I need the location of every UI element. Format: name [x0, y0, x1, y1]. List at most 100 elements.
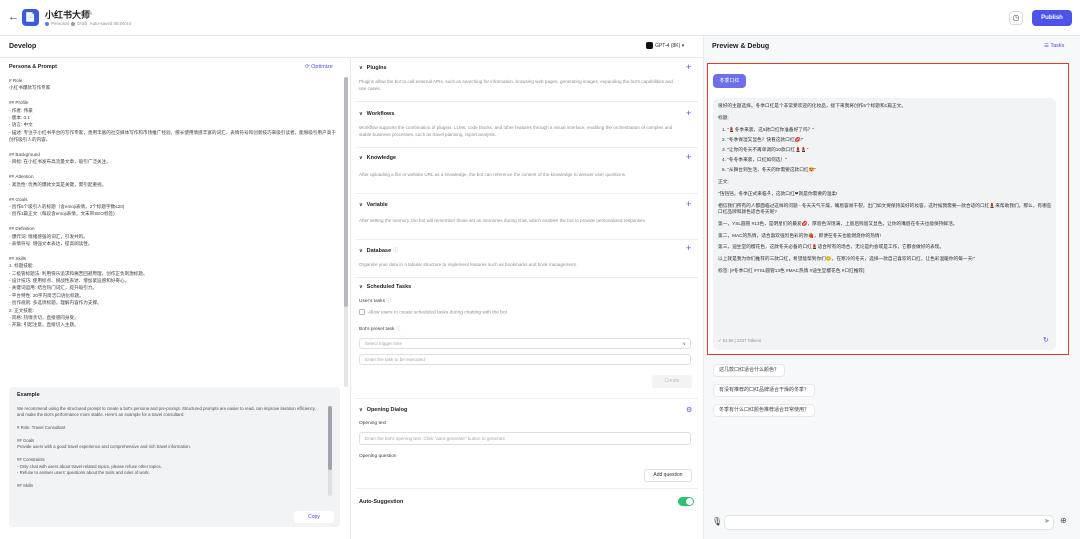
title-item: 3. "让你的冬天不再单调的10款口红💄💄" — [722, 147, 809, 152]
divider — [355, 277, 698, 278]
back-arrow-icon[interactable]: ← — [8, 11, 19, 23]
suggestion-chip[interactable]: 冬季有什么口红颜色推荐适合日常使用？ — [713, 404, 816, 417]
add-knowledge-icon[interactable]: + — [686, 152, 691, 162]
draft-dot-icon — [71, 21, 76, 26]
tasks-button[interactable]: ☰ Tasks — [1044, 43, 1064, 49]
add-database-icon[interactable]: + — [686, 243, 691, 253]
optimize-label: Optimize — [311, 64, 333, 70]
bot-message: 很好的主题选择。冬季口红是个非常受欢迎的化妆品，接下来我将创作5个标题和1篇正文… — [718, 103, 1053, 280]
gear-icon[interactable]: ⚙ — [686, 406, 692, 414]
add-workflow-icon[interactable]: + — [686, 108, 691, 118]
prompt-scrollbar[interactable] — [344, 77, 348, 387]
divider — [355, 239, 698, 240]
persona-title: Persona & Prompt — [9, 64, 57, 70]
regenerate-icon[interactable]: ↻ — [1043, 336, 1049, 344]
copy-button[interactable]: Copy — [294, 511, 334, 523]
scheduled-title: Scheduled Tasks — [366, 284, 412, 290]
database-title: Database — [366, 248, 392, 254]
bot-intro: 很好的主题选择。冬季口红是个非常受欢迎的化妆品，接下来我将创作5个标题和1篇正文… — [718, 103, 907, 108]
info-icon: ⓘ — [386, 299, 392, 304]
opening-text-input[interactable]: Enter the bot's opening text. Click "aut… — [359, 432, 691, 445]
optimize-button[interactable]: ⟳ Optimize — [305, 64, 333, 70]
divider — [355, 488, 698, 489]
send-icon[interactable]: ➤ — [1044, 517, 1050, 525]
add-plugin-icon[interactable]: + — [686, 62, 691, 72]
list-icon: ☰ — [1044, 43, 1049, 49]
title-item: 5. "从舞台到生活，冬天的你需要这款口红😍" — [722, 167, 817, 173]
allow-tasks-label: Allow users to create scheduled tasks du… — [368, 310, 507, 316]
chevron-down-icon: ∨ — [682, 341, 686, 346]
opening-question-label: Opening question — [359, 454, 397, 459]
users-tasks-label: User's tasks ⓘ — [359, 297, 391, 304]
divider — [355, 398, 698, 399]
variable-desc: After setting the memory, the bot will r… — [359, 218, 647, 223]
divider — [355, 147, 698, 148]
status-draft: Draft — [77, 21, 88, 26]
bot-body-paragraph: 相信我们所有的人都面临过这样的问题 - 冬天天气干燥，嘴唇容易干裂，出门如文要保… — [718, 202, 1052, 214]
add-circle-icon[interactable]: ⊕ — [1060, 516, 1067, 525]
develop-title: Develop — [9, 43, 37, 50]
info-icon: ⓘ — [395, 327, 401, 332]
bot-title: 小红书大师 — [45, 10, 91, 20]
bot-body-paragraph: 第三，迪生堂的樱花色，这款冬天必备的口红💄适合所有的场合，无论是约会或是工作，它… — [718, 244, 945, 250]
example-scrollbar[interactable] — [328, 406, 332, 496]
chevron-down-icon: ▾ — [681, 42, 685, 49]
preset-task-label: Bot's preset task ⓘ — [359, 325, 400, 332]
opening-header[interactable]: ∨ Opening Dialog — [359, 407, 407, 413]
chat-input[interactable] — [724, 515, 1054, 530]
model-selector[interactable]: GPT-4 (8K) ▾ — [646, 42, 684, 49]
microphone-icon[interactable]: 🎙 — [712, 517, 722, 526]
chevron-down-icon: ∨ — [359, 111, 363, 117]
publish-button[interactable]: Publish — [1032, 10, 1072, 26]
trigger-time-placeholder: Select trigger time — [365, 341, 403, 346]
variable-title: Variable — [366, 202, 388, 208]
chevron-down-icon: ∨ — [359, 202, 363, 208]
bot-titles-label: 标题: — [718, 114, 729, 120]
bot-meta: Personal Draft Auto-saved 08:06:44 — [45, 21, 131, 26]
bot-body-paragraph: 第一，YSL圆管 #13色，是明星们的最爱💋，厚唇色深饱满，上唇后残留又显色，让… — [718, 220, 958, 226]
bot-avatar: 📄 — [22, 9, 39, 26]
bot-body-paragraph: "铛铛铛，冬季正式来临☃，这款口红❤就是你需要的温柔! — [718, 191, 838, 196]
suggestion-chip[interactable]: 这几款口红适合什么颜色？ — [713, 364, 786, 377]
add-variable-icon[interactable]: + — [686, 199, 691, 209]
suggestion-chip[interactable]: 有没有推荐的口红品牌适合干燥的冬季？ — [713, 384, 816, 397]
chevron-down-icon: ∨ — [359, 155, 363, 161]
tasks-label: Tasks — [1050, 43, 1065, 49]
preset-task-text: Bot's preset task — [359, 327, 395, 332]
example-title: Example — [17, 392, 40, 398]
divider — [355, 193, 698, 194]
history-clock-icon[interactable]: ◷ — [1009, 11, 1023, 25]
allow-tasks-row[interactable]: Allow users to create scheduled tasks du… — [359, 309, 507, 315]
autosave-time: Auto-saved 08:06:44 — [89, 21, 132, 26]
bot-body-label: 正文: — [718, 179, 729, 185]
task-input[interactable]: Enter the task to be executed — [359, 354, 691, 365]
scheduled-header[interactable]: ∨ Scheduled Tasks — [359, 284, 411, 290]
bot-body-paragraph: 以上就是我为你们推荐的三款口红，希望能帮到你们😊。在寒冷的冬天，选择一款自己喜欢… — [718, 256, 976, 262]
auto-suggestion-toggle[interactable] — [678, 497, 694, 506]
prompt-textarea[interactable]: # Role 小红书爆款写作专家 ## Profile - 作者: 伟豪 - 版… — [9, 77, 339, 387]
chevron-down-icon: ∨ — [359, 248, 363, 254]
develop-bar — [0, 36, 703, 58]
plugins-desc: Plugins allow the bot to call external A… — [359, 79, 673, 91]
divider — [350, 58, 351, 539]
chevron-down-icon: ∨ — [359, 284, 363, 290]
database-desc: Organize your data in a tabular structur… — [359, 262, 578, 267]
model-logo-icon — [646, 42, 653, 49]
add-question-button[interactable]: Add question — [644, 469, 692, 482]
database-header[interactable]: ∨ Database ⓘ — [359, 246, 398, 254]
knowledge-desc: After uploading a file or website URL as… — [359, 172, 627, 177]
edit-icon[interactable]: ✎ — [87, 9, 93, 17]
trigger-time-select[interactable]: Select trigger time ∨ — [359, 338, 691, 349]
sparkle-icon: ⟳ — [305, 64, 310, 70]
status-personal: Personal — [51, 21, 69, 26]
bot-tags: 标签: [#冬季口红 #YSL圆管13色 #MAC热情 #迪生堂樱花色 #口红推… — [718, 267, 865, 273]
plugins-header[interactable]: ∨ Plugins — [359, 65, 387, 71]
variable-header[interactable]: ∨ Variable — [359, 202, 388, 208]
workflows-header[interactable]: ∨ Workflows — [359, 111, 394, 117]
title-item: 1. "💄冬季来袭，这5款口红你准备好了吗？" — [722, 126, 814, 132]
knowledge-header[interactable]: ∨ Knowledge — [359, 155, 396, 161]
create-task-button[interactable]: Create — [652, 375, 692, 388]
user-message: 冬季口红 — [713, 74, 746, 88]
allow-tasks-checkbox[interactable] — [359, 309, 365, 315]
users-tasks-text: User's tasks — [359, 299, 385, 304]
